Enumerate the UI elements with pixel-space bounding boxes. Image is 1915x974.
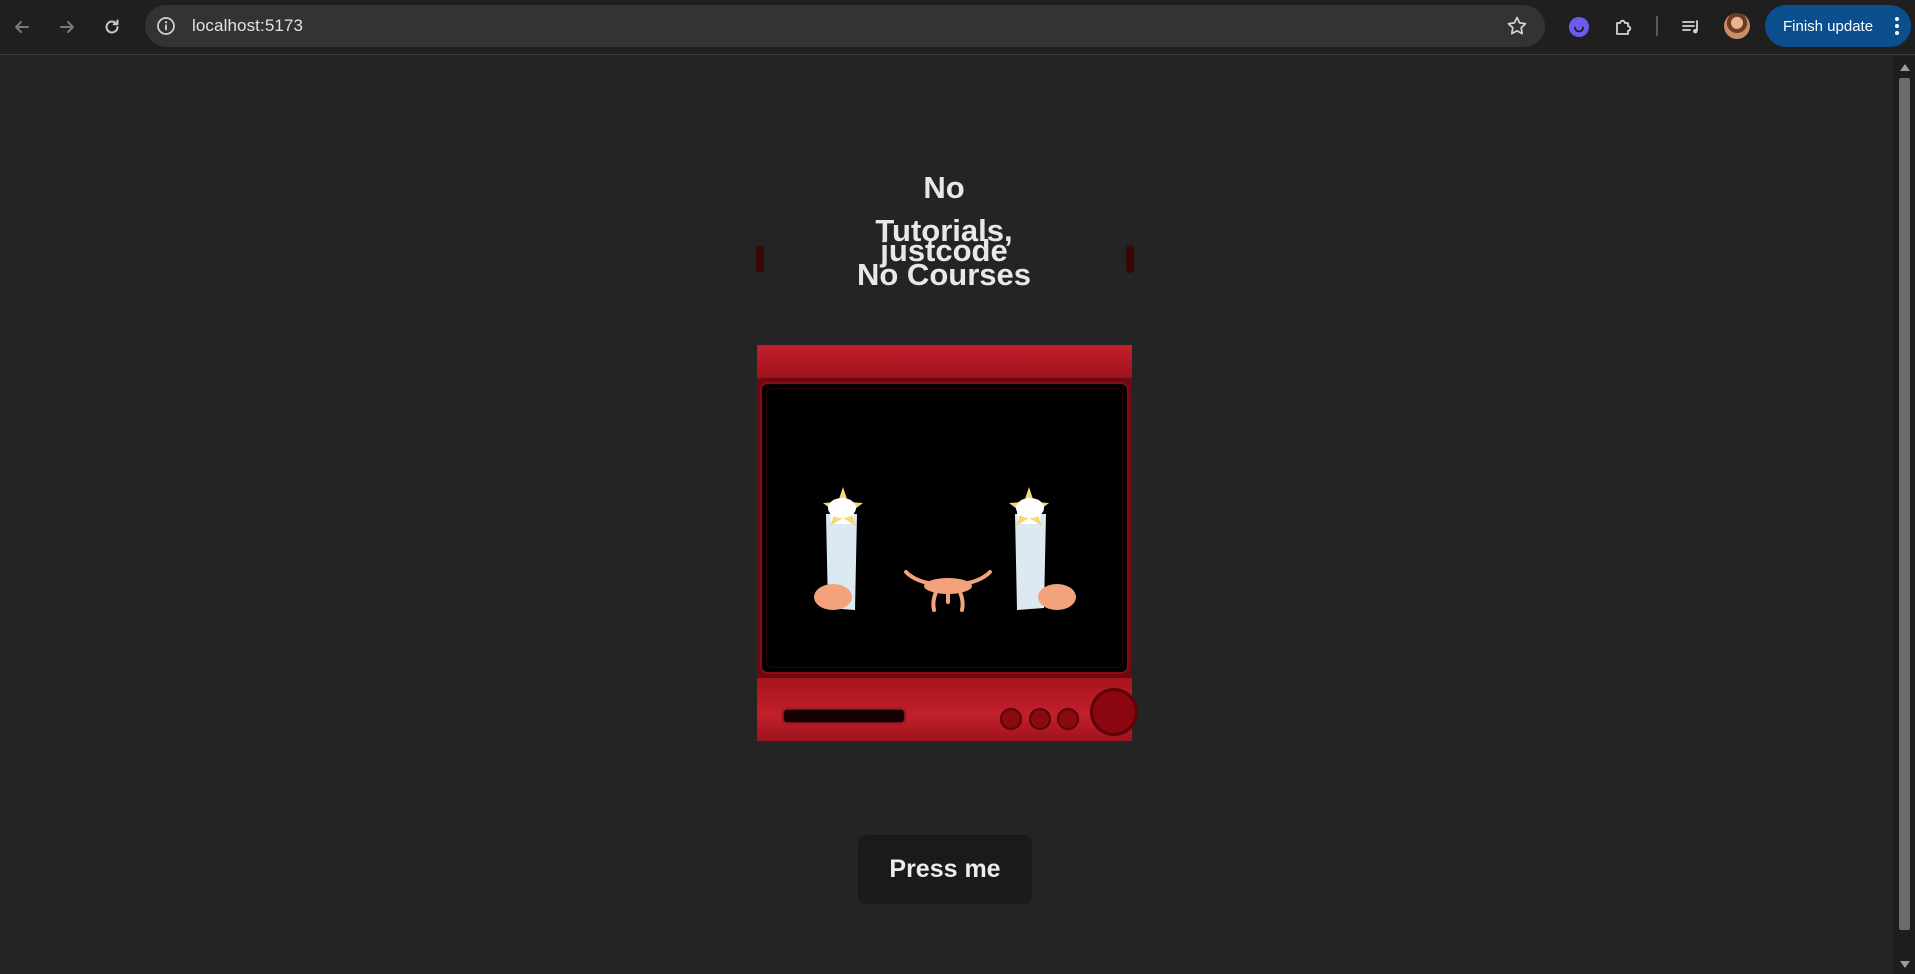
tv-screen-illustration — [814, 487, 1076, 612]
finish-update-label: Finish update — [1783, 17, 1874, 35]
forward-button[interactable] — [50, 10, 84, 44]
retro-tv — [757, 345, 1138, 741]
tv-knob-2 — [1029, 708, 1051, 730]
reload-icon — [105, 19, 119, 34]
forward-arrow-icon — [60, 21, 74, 33]
kebab-menu-icon[interactable] — [1895, 17, 1899, 35]
press-me-button[interactable]: Press me — [858, 835, 1032, 904]
extension-smile-icon[interactable] — [1565, 13, 1593, 41]
back-button[interactable] — [5, 10, 39, 44]
back-arrow-icon — [15, 21, 29, 33]
left-chef-character — [814, 487, 863, 610]
tv-knob-1 — [1000, 708, 1022, 730]
tv-screen — [760, 382, 1129, 674]
scrollbar-thumb[interactable] — [1899, 78, 1910, 930]
scroll-down-arrow-icon[interactable] — [1900, 961, 1910, 968]
tv-slot — [784, 710, 904, 722]
address-bar[interactable]: localhost:5173 — [145, 5, 1545, 47]
reload-button[interactable] — [95, 10, 129, 44]
profile-avatar[interactable] — [1724, 13, 1750, 39]
center-creature — [904, 570, 992, 612]
toolbar-divider — [1656, 16, 1658, 36]
extensions-puzzle-icon[interactable] — [1610, 13, 1638, 41]
slogan-line-4: No Courses — [857, 257, 1031, 292]
browser-toolbar: localhost:5173 Finish update — [0, 0, 1915, 55]
tv-control-panel — [757, 678, 1138, 741]
tv-knob-3 — [1057, 708, 1079, 730]
scroll-up-arrow-icon[interactable] — [1900, 64, 1910, 71]
media-control-icon[interactable] — [1677, 13, 1705, 41]
tv-top-panel — [757, 345, 1132, 378]
finish-update-button[interactable]: Finish update — [1765, 5, 1911, 47]
slogan-line-1: No — [923, 170, 965, 205]
site-info-icon[interactable] — [155, 15, 177, 37]
url-text[interactable]: localhost:5173 — [192, 16, 303, 36]
tv-dial — [1090, 688, 1138, 736]
bookmark-star-icon[interactable] — [1505, 14, 1529, 38]
page-scrollbar[interactable] — [1894, 56, 1915, 974]
right-chef-character — [1009, 487, 1076, 610]
